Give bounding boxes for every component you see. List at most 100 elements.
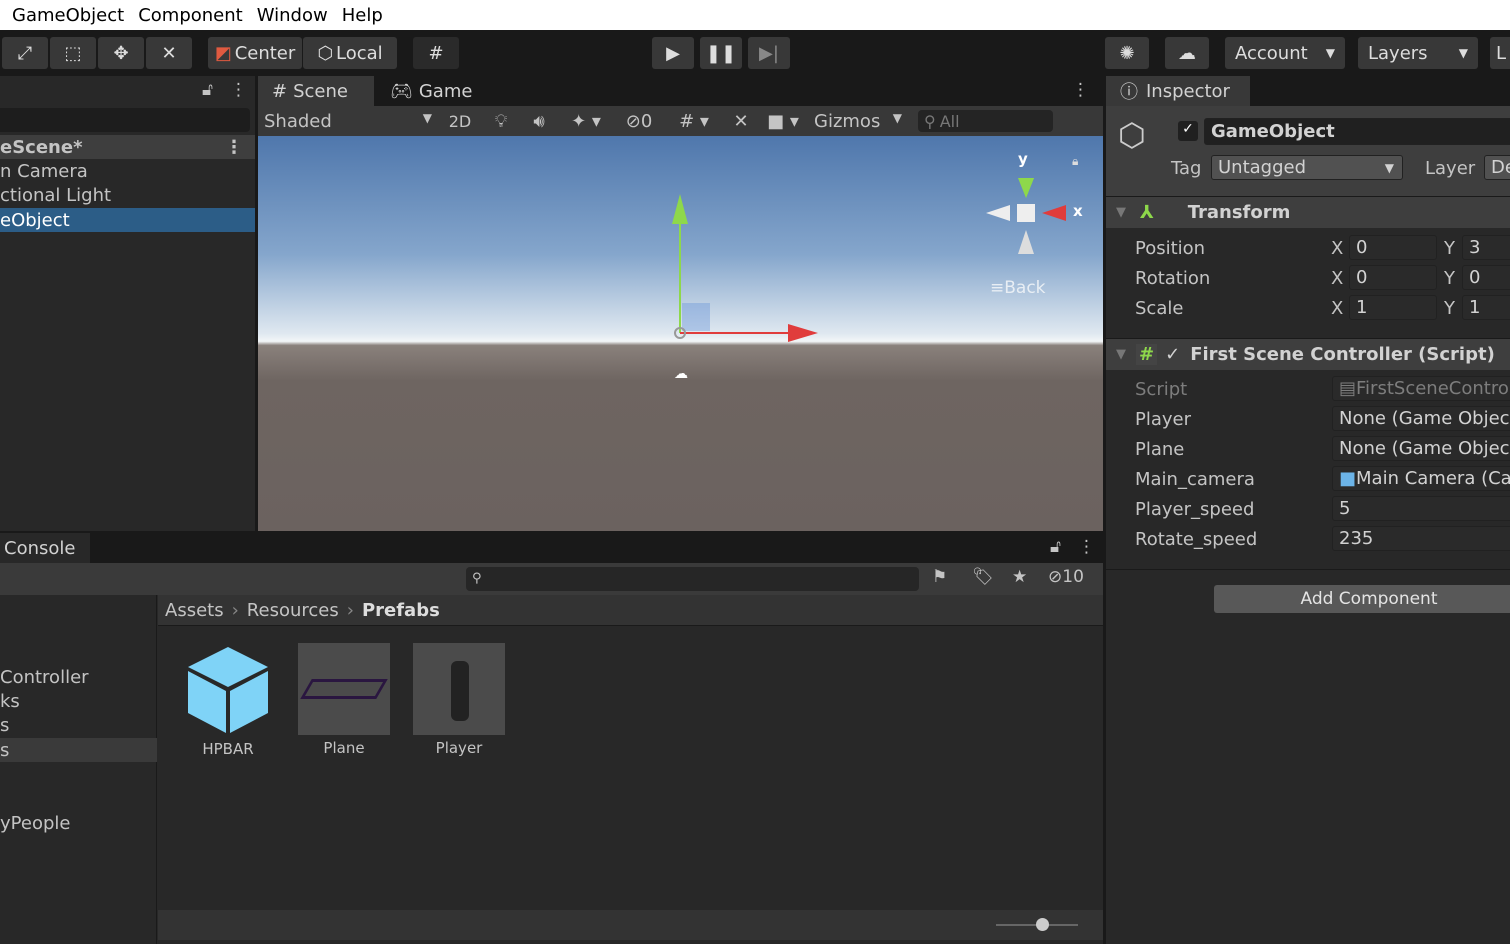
lock-icon[interactable]: 🔒︎ <box>1072 154 1078 169</box>
object-name-input[interactable]: GameObject <box>1204 118 1510 145</box>
player-field[interactable]: None (Game Object <box>1332 406 1510 431</box>
main-camera-field[interactable]: ■ Main Camera (Ca <box>1332 466 1510 491</box>
position-x-input[interactable]: 0 <box>1349 235 1437 260</box>
menu-component[interactable]: Component <box>138 5 243 26</box>
foldout-arrow-icon: ▼ <box>1116 205 1126 220</box>
tab-inspector[interactable]: ⓘ Inspector <box>1106 76 1250 106</box>
plane-field[interactable]: None (Game Object <box>1332 436 1510 461</box>
play-button[interactable]: ▶ <box>652 37 694 69</box>
menu-help[interactable]: Help <box>342 5 383 26</box>
scene-search-input[interactable]: ⚲ All <box>918 110 1053 132</box>
transform-icon: ⅄ <box>1140 202 1154 223</box>
search-icon: ⚲ <box>472 571 482 586</box>
prefab-cube-icon <box>188 647 268 733</box>
more-menu-icon[interactable]: ⋮ <box>1078 537 1095 557</box>
custom-tool-icon[interactable]: ✕ <box>146 37 192 69</box>
x-label: X <box>1331 268 1344 289</box>
effects-icon[interactable]: ✦ ▾ <box>558 111 614 132</box>
more-menu-icon[interactable]: ⋮ <box>1072 80 1089 100</box>
scene-viewport[interactable]: ☁ y x ≡Back 🔒︎ <box>258 136 1103 531</box>
scale-y-input[interactable]: 1 <box>1462 295 1510 320</box>
more-menu-icon[interactable]: ⋮ <box>230 80 247 100</box>
transform-gizmo[interactable]: ☁ <box>258 136 1103 531</box>
breadcrumb-prefabs[interactable]: Prefabs <box>362 600 440 621</box>
more-menu-icon[interactable]: ⋮ <box>225 137 243 158</box>
field-label: Script <box>1135 379 1188 400</box>
tag-dropdown[interactable]: Untagged ▼ <box>1211 155 1403 180</box>
asset-player[interactable]: Player <box>413 643 505 757</box>
scene-header[interactable]: eScene* ⋮ <box>0 135 255 159</box>
tools-icon[interactable]: ✕ <box>724 111 758 132</box>
rotation-y-input[interactable]: 0 <box>1462 265 1510 290</box>
hierarchy-item[interactable]: n Camera <box>0 159 88 183</box>
zoom-slider-handle[interactable] <box>1036 918 1049 931</box>
script-field: ▤ FirstSceneControl <box>1332 376 1510 401</box>
view-label[interactable]: ≡Back <box>990 278 1046 298</box>
hidden-packages-toggle[interactable]: ⊘10 <box>1048 567 1084 587</box>
lock-icon[interactable]: 🔓︎ <box>202 80 213 100</box>
create-filter-icon[interactable]: ⚑ <box>932 567 947 587</box>
breadcrumb-resources[interactable]: Resources <box>247 600 339 621</box>
hidden-objects-toggle[interactable]: ⊘0 <box>614 111 664 132</box>
transform-header[interactable]: ▼ ⅄ Transform <box>1106 196 1510 228</box>
rotate-speed-input[interactable]: 235 <box>1332 526 1510 551</box>
project-search-input[interactable]: ⚲ <box>466 567 919 591</box>
scale-x-input[interactable]: 1 <box>1349 295 1437 320</box>
hierarchy-item-selected[interactable]: eObject <box>0 208 255 232</box>
services-icon[interactable]: ✺ <box>1105 37 1149 69</box>
transform-tool-icon[interactable]: ✥ <box>98 37 144 69</box>
lock-icon[interactable]: 🔓︎ <box>1050 537 1061 557</box>
script-component-header[interactable]: ▼ # ✓ First Scene Controller (Script) <box>1106 338 1510 370</box>
gizmos-dropdown[interactable]: Gizmos ▼ <box>808 111 908 132</box>
pause-button[interactable]: ❚❚ <box>700 37 742 69</box>
player-speed-input[interactable]: 5 <box>1332 496 1510 521</box>
enabled-checkbox[interactable]: ✓ <box>1165 344 1180 365</box>
rect-scale-tool-icon[interactable]: ⤢ <box>2 37 48 69</box>
layer-dropdown[interactable]: De <box>1484 155 1510 180</box>
audio-icon[interactable]: 🔊︎ <box>520 111 558 132</box>
script-file-icon: ▤ <box>1339 378 1357 399</box>
asset-plane[interactable]: Plane <box>298 643 390 757</box>
chevron-down-icon: ▼ <box>892 110 902 125</box>
menu-window[interactable]: Window <box>257 5 328 26</box>
grid-snap-icon[interactable]: # <box>413 37 459 69</box>
position-label: Position <box>1135 238 1206 259</box>
tab-game[interactable]: 🎮︎ Game <box>376 76 487 106</box>
pivot-local-button[interactable]: ⬡ Local <box>303 37 397 69</box>
camera-icon[interactable]: ■ ▾ <box>758 111 808 132</box>
hierarchy-item[interactable]: ctional Light <box>0 183 111 207</box>
2d-toggle[interactable]: 2D <box>438 112 482 131</box>
label-filter-icon[interactable]: 🏷︎ <box>972 567 994 587</box>
shading-dropdown[interactable]: Shaded ▼ <box>258 111 438 132</box>
tree-item[interactable]: s <box>0 713 9 737</box>
pivot-center-button[interactable]: ◩ Center <box>208 37 302 69</box>
cloud-icon[interactable]: ☁ <box>1165 37 1209 69</box>
tree-item[interactable]: yPeople <box>0 811 70 835</box>
tree-item[interactable]: Controller <box>0 665 89 689</box>
hierarchy-search-input[interactable] <box>0 108 250 132</box>
tree-item-selected[interactable]: s <box>0 738 157 762</box>
layout-dropdown[interactable]: L <box>1490 37 1510 69</box>
active-checkbox[interactable]: ✓ <box>1178 121 1198 141</box>
main-toolbar: ⤢ ⬚ ✥ ✕ ◩ Center ⬡ Local # ▶ ❚❚ ▶| ✺ ☁ Acc… <box>0 30 1510 76</box>
tree-item[interactable]: ks <box>0 689 20 713</box>
account-dropdown[interactable]: Account ▼ <box>1225 37 1345 69</box>
gameobject-cube-icon[interactable]: ⬡ <box>1118 116 1146 154</box>
scene-panel: # Scene 🎮︎ Game ⋮ Shaded ▼ 2D 💡︎ 🔊︎ ✦ ▾ ⊘0 … <box>258 76 1103 531</box>
asset-hpbar[interactable]: HPBAR <box>180 643 276 758</box>
rotation-x-input[interactable]: 0 <box>1349 265 1437 290</box>
menu-gameobject[interactable]: GameObject <box>12 5 124 26</box>
tab-scene[interactable]: # Scene <box>258 76 374 106</box>
favorite-star-icon[interactable]: ★ <box>1012 567 1027 587</box>
tab-console[interactable]: Console <box>0 533 90 563</box>
lighting-icon[interactable]: 💡︎ <box>482 111 520 132</box>
add-component-button[interactable]: Add Component <box>1214 585 1510 613</box>
grid-toggle-icon[interactable]: # ▾ <box>664 111 724 132</box>
position-y-input[interactable]: 3 <box>1462 235 1510 260</box>
layers-dropdown[interactable]: Layers ▼ <box>1358 37 1478 69</box>
svg-text:☁: ☁ <box>674 366 688 382</box>
step-button[interactable]: ▶| <box>748 37 790 69</box>
field-label: Rotate_speed <box>1135 529 1258 550</box>
breadcrumb-assets[interactable]: Assets <box>165 600 224 621</box>
rect-tool-icon[interactable]: ⬚ <box>50 37 96 69</box>
